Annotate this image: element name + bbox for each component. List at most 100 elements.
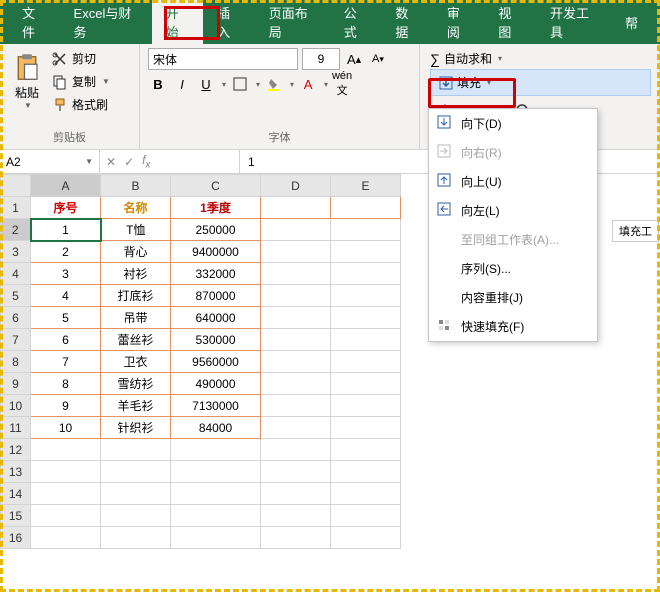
select-all-corner[interactable]: [1, 175, 31, 197]
cell[interactable]: [261, 351, 331, 373]
cell[interactable]: 10: [31, 417, 101, 439]
fill-down-item[interactable]: 向下(D): [429, 109, 597, 138]
tab-data[interactable]: 数据: [381, 0, 433, 49]
cell[interactable]: [331, 461, 401, 483]
column-header[interactable]: D: [261, 175, 331, 197]
cell[interactable]: 5: [31, 307, 101, 329]
phonetic-button[interactable]: wén文: [332, 74, 352, 94]
cell[interactable]: 640000: [171, 307, 261, 329]
row-header[interactable]: 16: [1, 527, 31, 549]
cell[interactable]: 背心: [101, 241, 171, 263]
cell[interactable]: 7130000: [171, 395, 261, 417]
fill-series-item[interactable]: 序列(S)...: [429, 254, 597, 283]
tab-file[interactable]: 文件: [8, 0, 60, 49]
cell[interactable]: [331, 329, 401, 351]
tab-page-layout[interactable]: 页面布局: [255, 0, 330, 49]
tab-insert[interactable]: 插入: [203, 0, 255, 49]
cell[interactable]: [331, 197, 401, 219]
tab-view[interactable]: 视图: [484, 0, 536, 49]
cell[interactable]: [261, 461, 331, 483]
tab-excel-finance[interactable]: Excel与财务: [60, 0, 152, 49]
name-box[interactable]: A2▼: [0, 150, 100, 173]
row-header[interactable]: 10: [1, 395, 31, 417]
font-name-select[interactable]: [148, 48, 298, 70]
cell[interactable]: 9: [31, 395, 101, 417]
font-color-button[interactable]: A: [298, 74, 318, 94]
cell[interactable]: [261, 439, 331, 461]
cell[interactable]: [331, 417, 401, 439]
cell[interactable]: 1季度: [171, 197, 261, 219]
cell[interactable]: [331, 505, 401, 527]
cell[interactable]: 4: [31, 285, 101, 307]
cell[interactable]: 490000: [171, 373, 261, 395]
format-painter-button[interactable]: 格式刷: [50, 94, 112, 115]
row-header[interactable]: 5: [1, 285, 31, 307]
row-header[interactable]: 7: [1, 329, 31, 351]
cell[interactable]: 8: [31, 373, 101, 395]
cell[interactable]: [31, 461, 101, 483]
cell[interactable]: 打底衫: [101, 285, 171, 307]
column-header[interactable]: E: [331, 175, 401, 197]
cell[interactable]: [31, 527, 101, 549]
cell[interactable]: [261, 241, 331, 263]
underline-button[interactable]: U: [196, 74, 216, 94]
cell[interactable]: [31, 483, 101, 505]
cell[interactable]: 250000: [171, 219, 261, 241]
cell[interactable]: 针织衫: [101, 417, 171, 439]
cell[interactable]: 2: [31, 241, 101, 263]
tab-home[interactable]: 开始: [152, 0, 204, 49]
cell[interactable]: [171, 505, 261, 527]
row-header[interactable]: 1: [1, 197, 31, 219]
cell[interactable]: [331, 263, 401, 285]
row-header[interactable]: 4: [1, 263, 31, 285]
cell[interactable]: [331, 285, 401, 307]
cell[interactable]: 9400000: [171, 241, 261, 263]
row-header[interactable]: 15: [1, 505, 31, 527]
tab-review[interactable]: 审阅: [433, 0, 485, 49]
cell[interactable]: 序号: [31, 197, 101, 219]
fill-left-item[interactable]: 向左(L): [429, 196, 597, 225]
cell[interactable]: [31, 439, 101, 461]
increase-font-button[interactable]: A▴: [344, 49, 364, 69]
cell[interactable]: [101, 483, 171, 505]
row-header[interactable]: 11: [1, 417, 31, 439]
cell[interactable]: 蕾丝衫: [101, 329, 171, 351]
cell[interactable]: 7: [31, 351, 101, 373]
cell[interactable]: [261, 197, 331, 219]
column-header[interactable]: A: [31, 175, 101, 197]
fill-flash-item[interactable]: 快速填充(F): [429, 312, 597, 341]
cell[interactable]: 6: [31, 329, 101, 351]
row-header[interactable]: 8: [1, 351, 31, 373]
cell[interactable]: [261, 373, 331, 395]
italic-button[interactable]: I: [172, 74, 192, 94]
fill-justify-item[interactable]: 内容重排(J): [429, 283, 597, 312]
cell[interactable]: [261, 505, 331, 527]
cell[interactable]: [261, 527, 331, 549]
cell[interactable]: [101, 505, 171, 527]
cell[interactable]: [261, 483, 331, 505]
fill-button[interactable]: 填充 ▾: [430, 69, 651, 96]
cell[interactable]: 衬衫: [101, 263, 171, 285]
column-header[interactable]: B: [101, 175, 171, 197]
cell[interactable]: 羊毛衫: [101, 395, 171, 417]
cell[interactable]: 530000: [171, 329, 261, 351]
cell[interactable]: [171, 461, 261, 483]
copy-button[interactable]: 复制▼: [50, 71, 112, 92]
cell[interactable]: [261, 285, 331, 307]
row-header[interactable]: 12: [1, 439, 31, 461]
row-header[interactable]: 6: [1, 307, 31, 329]
cell[interactable]: [261, 395, 331, 417]
tab-help[interactable]: 帮: [611, 5, 652, 40]
row-header[interactable]: 9: [1, 373, 31, 395]
cell[interactable]: 名称: [101, 197, 171, 219]
cell[interactable]: [331, 439, 401, 461]
cell[interactable]: [331, 241, 401, 263]
cut-button[interactable]: 剪切: [50, 48, 112, 69]
cell[interactable]: [261, 263, 331, 285]
cell[interactable]: 雪纺衫: [101, 373, 171, 395]
fill-up-item[interactable]: 向上(U): [429, 167, 597, 196]
cell[interactable]: [261, 417, 331, 439]
autosum-button[interactable]: ∑ 自动求和 ▾: [430, 48, 651, 69]
decrease-font-button[interactable]: A▾: [368, 49, 388, 69]
cell[interactable]: 1: [31, 219, 101, 241]
